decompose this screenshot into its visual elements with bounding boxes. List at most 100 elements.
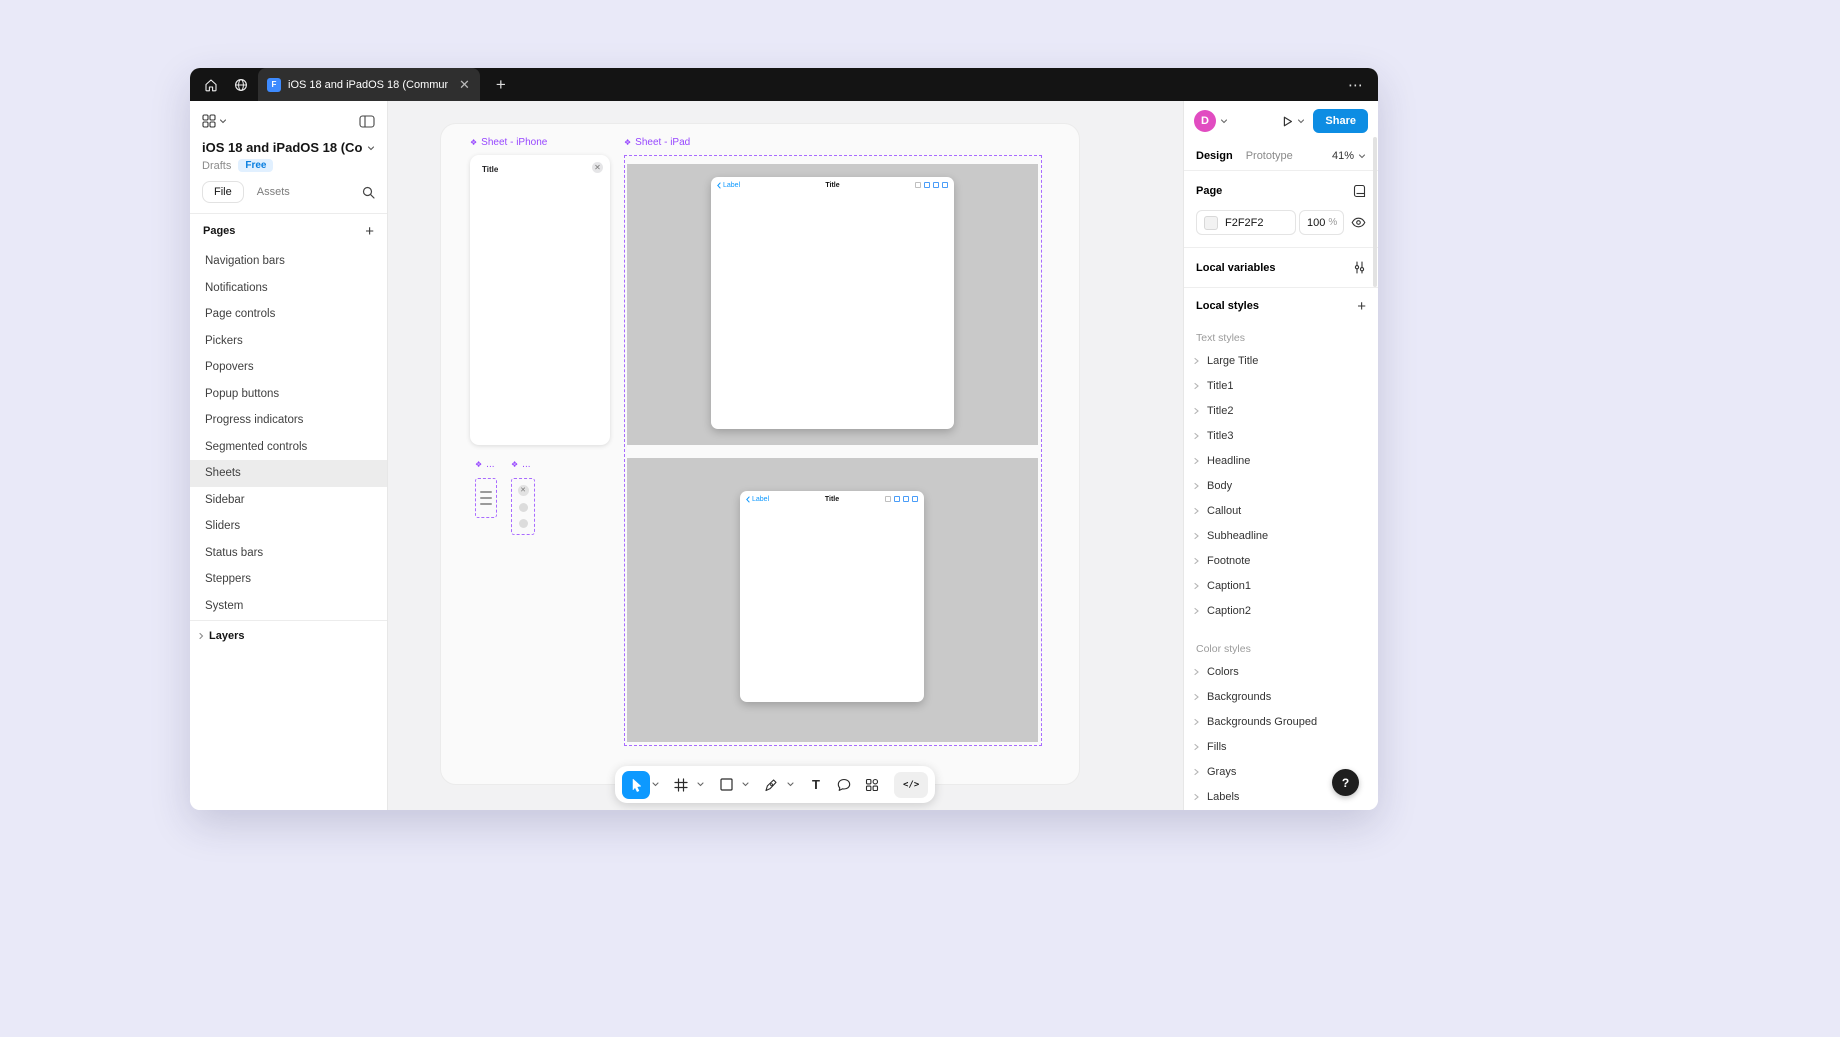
page-item[interactable]: Sliders	[190, 513, 387, 540]
user-avatar[interactable]: D	[1194, 110, 1216, 132]
color-swatch[interactable]	[1204, 216, 1218, 230]
toggle-sidebar-icon[interactable]	[359, 115, 375, 128]
share-button[interactable]: Share	[1313, 109, 1368, 133]
page-item[interactable]: Navigation bars	[190, 248, 387, 275]
color-style-row[interactable]: Backgrounds	[1184, 684, 1378, 709]
visibility-eye-icon[interactable]	[1351, 217, 1366, 228]
color-style-row[interactable]: Fills	[1184, 734, 1378, 759]
back-button[interactable]: Label	[717, 182, 740, 189]
sheet-card-bottom[interactable]: Label Title	[740, 491, 924, 702]
page-item-selected[interactable]: Sheets	[190, 460, 387, 487]
text-tool-button[interactable]: T	[802, 771, 830, 799]
tab-file[interactable]: File	[202, 181, 244, 203]
layers-section-toggle[interactable]: Layers	[190, 621, 387, 651]
page-item[interactable]: System	[190, 593, 387, 620]
avatar-chevron-icon[interactable]	[1220, 117, 1228, 125]
page-item[interactable]: Pickers	[190, 328, 387, 355]
page-opacity-field[interactable]: 100 %	[1299, 210, 1344, 235]
text-style-row[interactable]: Body	[1184, 473, 1378, 498]
color-style-row[interactable]: Colors	[1184, 659, 1378, 684]
text-style-row[interactable]: Caption2	[1184, 598, 1378, 623]
text-style-row[interactable]: Subheadline	[1184, 523, 1378, 548]
text-style-row[interactable]: Large Title	[1184, 348, 1378, 373]
add-page-button[interactable]: +	[365, 224, 374, 239]
canvas[interactable]: ❖ Sheet - iPhone Title ✕ ❖ Sheet - iPad	[388, 101, 1183, 810]
help-button[interactable]: ?	[1332, 769, 1359, 796]
ipad-sheet-backdrop-bottom[interactable]: Label Title	[627, 458, 1038, 742]
text-style-row[interactable]: Footnote	[1184, 548, 1378, 573]
component-b-label[interactable]: ❖ ...	[511, 459, 531, 470]
nav-square-icon[interactable]	[915, 182, 921, 188]
component-a-label[interactable]: ❖ ...	[475, 459, 495, 470]
new-tab-button[interactable]: +	[496, 75, 506, 95]
shape-tool-chevron-icon[interactable]	[740, 771, 751, 799]
page-item[interactable]: Progress indicators	[190, 407, 387, 434]
frame-label-ipad[interactable]: ❖ Sheet - iPad	[624, 137, 690, 148]
page-item[interactable]: Page controls	[190, 301, 387, 328]
page-item[interactable]: Popup buttons	[190, 381, 387, 408]
pen-tool-chevron-icon[interactable]	[785, 771, 796, 799]
nav-square-icon[interactable]	[885, 496, 891, 502]
component-close-buttons[interactable]: ✕	[511, 478, 535, 535]
zoom-menu[interactable]: 41%	[1332, 150, 1366, 162]
move-tool-button[interactable]	[622, 771, 650, 799]
iphone-sheet-frame[interactable]: Title ✕	[470, 155, 610, 445]
page-item[interactable]: Popovers	[190, 354, 387, 381]
scrollbar-thumb[interactable]	[1373, 137, 1377, 287]
text-style-row[interactable]: Callout	[1184, 498, 1378, 523]
frame-label-iphone[interactable]: ❖ Sheet - iPhone	[470, 137, 547, 148]
main-menu-button[interactable]	[202, 114, 227, 128]
frame-tool-chevron-icon[interactable]	[695, 771, 706, 799]
text-style-row[interactable]: Title1	[1184, 373, 1378, 398]
tab-design[interactable]: Design	[1196, 150, 1233, 162]
ipad-selection-frame[interactable]: Label Title	[624, 155, 1042, 746]
dev-mode-toggle[interactable]: </>	[894, 772, 928, 798]
nav-square-icon[interactable]	[924, 182, 930, 188]
text-style-row[interactable]: Title2	[1184, 398, 1378, 423]
text-style-row[interactable]: Title3	[1184, 423, 1378, 448]
nav-square-icon[interactable]	[903, 496, 909, 502]
tab-close-icon[interactable]: ✕	[459, 78, 470, 91]
page-item[interactable]: Notifications	[190, 275, 387, 302]
close-icon[interactable]: ✕	[592, 162, 603, 173]
local-variables-row[interactable]: Local variables	[1184, 248, 1378, 288]
nav-square-icon[interactable]	[933, 182, 939, 188]
nav-square-icon[interactable]	[894, 496, 900, 502]
window-more-icon[interactable]: ⋯	[1348, 76, 1364, 94]
shape-tool-button[interactable]	[712, 771, 740, 799]
nav-square-icon[interactable]	[912, 496, 918, 502]
present-chevron-icon[interactable]	[1297, 117, 1305, 125]
home-icon[interactable]	[196, 68, 226, 101]
ipad-sheet-backdrop-top[interactable]: Label Title	[627, 164, 1038, 445]
move-tool-chevron-icon[interactable]	[650, 771, 661, 799]
color-style-row[interactable]: Backgrounds Grouped	[1184, 709, 1378, 734]
text-style-row[interactable]: Caption1	[1184, 573, 1378, 598]
file-name-menu[interactable]: iOS 18 and iPadOS 18 (Com...	[202, 140, 375, 155]
tab-assets[interactable]: Assets	[257, 186, 290, 198]
open-file-tab[interactable]: F iOS 18 and iPadOS 18 (Community ✕	[258, 68, 480, 101]
component-grabber[interactable]	[475, 478, 497, 518]
tab-prototype[interactable]: Prototype	[1246, 150, 1293, 162]
breadcrumb[interactable]: Drafts	[202, 160, 231, 172]
page-item[interactable]: Status bars	[190, 540, 387, 567]
community-globe-icon[interactable]	[226, 68, 256, 101]
page-item[interactable]: Steppers	[190, 566, 387, 593]
page-item[interactable]: Sidebar	[190, 487, 387, 514]
present-play-icon[interactable]	[1281, 115, 1294, 128]
page-color-field[interactable]: F2F2F2	[1196, 210, 1296, 235]
add-style-button[interactable]: +	[1357, 299, 1366, 314]
page-item[interactable]: Segmented controls	[190, 434, 387, 461]
color-style-row[interactable]: Separators	[1184, 809, 1378, 810]
sheet-card-top[interactable]: Label Title	[711, 177, 954, 429]
text-style-row[interactable]: Headline	[1184, 448, 1378, 473]
pen-tool-button[interactable]	[757, 771, 785, 799]
frame-tool-button[interactable]	[667, 771, 695, 799]
variables-settings-icon[interactable]	[1353, 261, 1366, 274]
local-styles-row[interactable]: Local styles +	[1184, 288, 1378, 324]
styles-library-icon[interactable]	[1352, 184, 1366, 198]
nav-square-icon[interactable]	[942, 182, 948, 188]
actions-tool-button[interactable]	[858, 771, 886, 799]
search-icon[interactable]	[362, 186, 375, 199]
back-button[interactable]: Label	[746, 496, 769, 503]
comment-tool-button[interactable]	[830, 771, 858, 799]
